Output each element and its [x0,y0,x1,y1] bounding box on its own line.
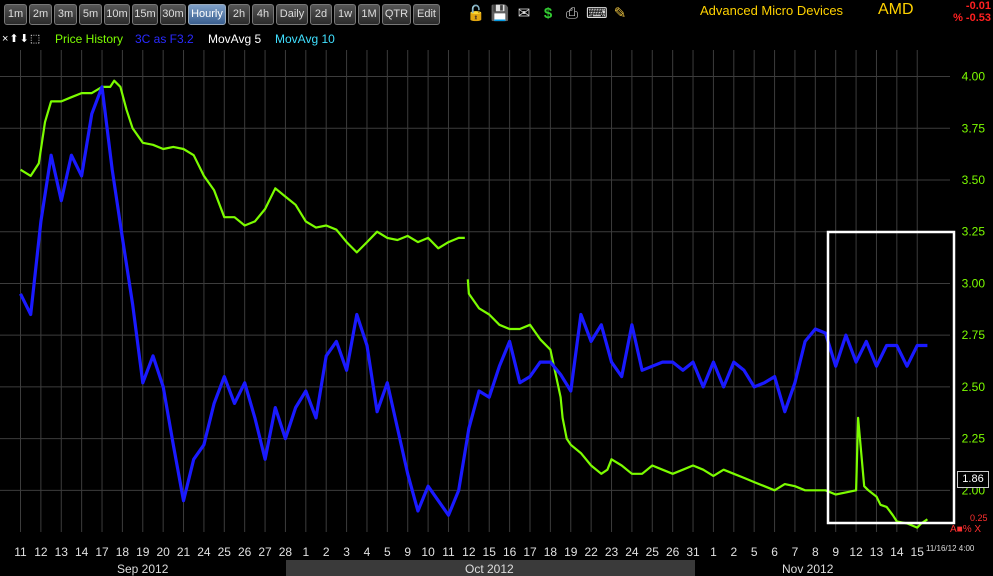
legend-controls[interactable]: ×⬆⬇⬚ [2,32,41,45]
x-tick-label: 15 [483,545,497,559]
x-tick-label: 23 [605,545,619,559]
y-tick-label: 3.25 [962,225,986,239]
month-label-oct: Oct 2012 [465,562,514,576]
y-tick-label: 3.00 [962,276,986,290]
x-tick-label: 20 [156,545,170,559]
x-tick-label: 27 [258,545,272,559]
lower-right-value: 0.25 [970,513,988,523]
y-tick-label: 2.50 [962,380,986,394]
x-tick-label: 25 [646,545,660,559]
legend-indicator[interactable]: 3C as F3.2 [135,32,194,46]
pencil-icon[interactable]: ✎ [610,3,630,25]
x-tick-label: 25 [218,545,232,559]
y-tick-label: 3.50 [962,173,986,187]
month-label-sep: Sep 2012 [117,562,169,576]
x-tick-label: 7 [792,545,799,559]
x-tick-label: 12 [462,545,476,559]
timeframe-15m-button[interactable]: 15m [132,4,158,25]
y-tick-label: 2.25 [962,432,986,446]
timeframe-2d-button[interactable]: 2d [310,4,332,25]
x-tick-label: 19 [564,545,578,559]
last-price-box: 1.86 [957,471,989,488]
x-tick-label: 31 [686,545,700,559]
x-tick-label: 14 [890,545,904,559]
x-tick-label: 21 [177,545,191,559]
print-icon[interactable]: ⎙ [562,3,582,25]
x-tick-label: 4 [364,545,371,559]
x-tick-label: 12 [34,545,48,559]
timeframe-2m-button[interactable]: 2m [29,4,52,25]
x-tick-label: 3 [343,545,350,559]
lock-icon[interactable]: 🔓 [466,3,486,25]
timeframe-2h-button[interactable]: 2h [228,4,250,25]
timeframe-daily-button[interactable]: Daily [276,4,308,25]
price-change-percent: % -0.53 [953,12,991,24]
timeframe-hourly-button[interactable]: Hourly [188,4,226,25]
y-tick-label: 4.00 [962,70,986,84]
keyboard-icon[interactable]: ⌨ [586,3,608,25]
x-tick-label: 11 [442,545,455,559]
x-tick-label: 5 [384,545,391,559]
x-tick-label: 17 [95,545,109,559]
timeframe-qtr-button[interactable]: QTR [382,4,411,25]
x-tick-label: 8 [812,545,819,559]
toolbar: 1m 2m 3m 5m 10m 15m 30m Hourly 2h 4h Daily 2d 1w 1M QT… [0,0,993,29]
timeframe-4h-button[interactable]: 4h [252,4,274,25]
x-tick-label: 22 [584,545,598,559]
legend-price-history[interactable]: Price History [55,32,123,46]
x-tick-label: 10 [421,545,435,559]
x-tick-label: 2 [730,545,737,559]
timestamp: 11/16/12 4:00 [926,544,975,553]
scale-toggle-icon[interactable]: A■% X [950,524,981,535]
x-tick-label: 5 [751,545,758,559]
x-tick-label: 1 [302,545,309,559]
month-band-nov [695,560,993,576]
x-tick-label: 6 [771,545,778,559]
x-tick-label: 9 [832,545,839,559]
x-tick-label: 24 [625,545,639,559]
x-tick-label: 9 [404,545,411,559]
timeframe-1m-button[interactable]: 1m [4,4,27,25]
timeframe-1m-button[interactable]: 1M [358,4,380,25]
legend-movavg-5[interactable]: MovAvg 5 [208,32,261,46]
x-tick-label: 13 [870,545,884,559]
x-tick-label: 12 [849,545,863,559]
month-label-nov: Nov 2012 [782,562,834,576]
timeframe-10m-button[interactable]: 10m [104,4,130,25]
price-chart[interactable]: 11 12 13 14 17 18 19 20 21 24 25 26 27 28 1 2 3 4 5 9 10 11 12… [0,50,993,560]
ticker-symbol: AMD [878,1,914,18]
email-icon[interactable]: ✉ [514,3,534,25]
x-tick-label: 1 [710,545,717,559]
company-name: Advanced Micro Devices [700,3,844,18]
highlight-box [826,230,956,525]
x-tick-label: 18 [544,545,558,559]
timeframe-1w-button[interactable]: 1w [334,4,356,25]
x-tick-label: 15 [911,545,925,559]
x-tick-label: 13 [55,545,69,559]
dollar-icon[interactable]: $ [538,3,558,25]
x-tick-label: 19 [136,545,150,559]
price-history-line [19,79,929,529]
x-tick-label: 24 [197,545,211,559]
price-change: -0.01 [965,0,991,12]
save-icon[interactable]: 💾 [490,3,510,25]
x-tick-label: 18 [116,545,130,559]
x-tick-label: 2 [323,545,330,559]
y-tick-label: 3.75 [962,121,986,135]
timeframe-edit-button[interactable]: Edit [413,4,440,25]
x-tick-label: 14 [75,545,89,559]
timeframe-30m-button[interactable]: 30m [160,4,186,25]
x-tick-label: 16 [503,545,517,559]
x-tick-label: 26 [238,545,252,559]
x-tick-label: 28 [279,545,293,559]
x-tick-label: 17 [523,545,537,559]
x-tick-label: 11 [14,545,27,559]
y-tick-label: 2.75 [962,328,986,342]
timeframe-3m-button[interactable]: 3m [54,4,77,25]
legend-movavg-10[interactable]: MovAvg 10 [275,32,335,46]
x-tick-label: 26 [666,545,680,559]
timeframe-5m-button[interactable]: 5m [79,4,102,25]
